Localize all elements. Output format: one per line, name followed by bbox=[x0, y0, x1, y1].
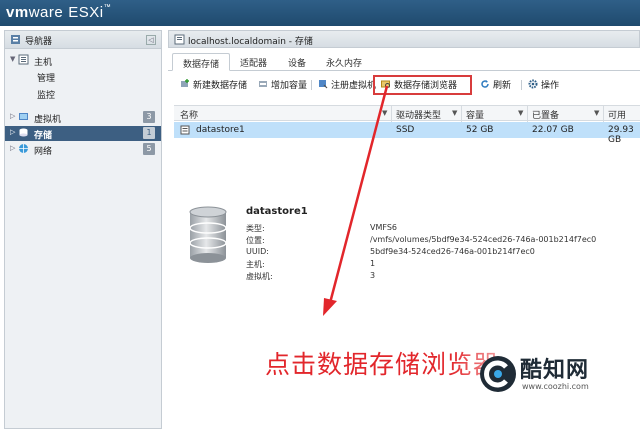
host-icon bbox=[18, 54, 29, 65]
host-icon bbox=[174, 34, 185, 45]
detail-value: VMFS6 bbox=[370, 223, 398, 232]
sidebar-item-label: 主机 bbox=[34, 58, 53, 68]
detail-label: 位置: bbox=[246, 236, 265, 245]
sidebar-item-host[interactable]: ▼ 主机 bbox=[5, 53, 161, 68]
cell-drive-type: SSD bbox=[396, 125, 415, 135]
datastore-disk-icon bbox=[189, 206, 227, 263]
detail-label: 类型: bbox=[246, 224, 265, 233]
navigator-sidebar: 导航器 ◁ ▼ 主机 管理 监控 ▷ 虚拟机 3 ▷ 存储 1 ▷ 网络 5 bbox=[4, 30, 162, 429]
detail-label: UUID: bbox=[246, 247, 269, 256]
panel-title: localhost.localdomain - 存储 bbox=[188, 37, 313, 47]
sidebar-item-storage[interactable]: ▷ 存储 1 bbox=[5, 126, 161, 141]
column-divider bbox=[527, 106, 528, 122]
brand-tm: ™ bbox=[103, 4, 112, 11]
column-header-provisioned[interactable]: 已置备 bbox=[532, 108, 559, 121]
register-vm-icon bbox=[319, 80, 328, 89]
column-divider bbox=[461, 106, 462, 122]
sort-arrow-icon[interactable]: ▼ bbox=[452, 109, 457, 117]
column-divider bbox=[391, 106, 392, 122]
count-badge: 5 bbox=[143, 143, 155, 155]
top-bar: vmware ESXi™ bbox=[0, 0, 640, 26]
coozhi-logo-icon bbox=[480, 356, 516, 392]
detail-value: /vmfs/volumes/5bdf9e34-524ced26-746a-001… bbox=[370, 235, 597, 244]
app-root: vmware ESXi™ 导航器 ◁ ▼ 主机 管理 监控 ▷ 虚拟机 3 ▷ 存… bbox=[0, 0, 640, 429]
count-badge: 1 bbox=[143, 127, 155, 139]
detail-value: 5bdf9e34-524ced26-746a-001b214f7ec0 bbox=[370, 247, 535, 256]
increase-capacity-button[interactable]: 增加容量 bbox=[258, 78, 307, 92]
column-divider bbox=[603, 106, 604, 122]
toolbar: 新建数据存储 增加容量 注册虚拟机 数据存储浏览器 刷新 操作 bbox=[168, 75, 640, 95]
detail-value: 1 bbox=[370, 259, 376, 268]
watermark: 酷知网 www.coozhi.com bbox=[478, 352, 628, 400]
sidebar-subitem-manage[interactable]: 管理 bbox=[37, 71, 55, 84]
sidebar-item-vms[interactable]: ▷ 虚拟机 3 bbox=[5, 110, 161, 125]
sort-arrow-icon[interactable]: ▼ bbox=[382, 109, 387, 117]
watermark-url: www.coozhi.com bbox=[522, 382, 589, 391]
tab-devices[interactable]: 设备 bbox=[278, 53, 316, 71]
tab-adapters[interactable]: 适配器 bbox=[230, 53, 277, 71]
sidebar-item-label: 网络 bbox=[34, 147, 53, 157]
sidebar-subitem-monitor[interactable]: 监控 bbox=[37, 88, 55, 101]
cell-provisioned: 22.07 GB bbox=[532, 125, 574, 135]
actions-label: 操作 bbox=[541, 81, 560, 91]
brand-product: ESXi bbox=[68, 4, 104, 21]
storage-icon bbox=[19, 128, 28, 137]
cell-free: 29.93 GB bbox=[608, 125, 634, 145]
register-vm-label: 注册虚拟机 bbox=[331, 81, 377, 91]
refresh-icon bbox=[481, 80, 489, 88]
table-row[interactable]: datastore1 SSD 52 GB 22.07 GB 29.93 GB bbox=[174, 122, 640, 145]
column-header-drive-type[interactable]: 驱动器类型 bbox=[396, 108, 441, 121]
new-datastore-icon bbox=[181, 79, 189, 87]
cell-name: datastore1 bbox=[196, 125, 245, 135]
navigator-title: 导航器 bbox=[25, 37, 53, 47]
brand-ware: ware bbox=[28, 4, 64, 21]
sort-arrow-icon[interactable]: ▼ bbox=[594, 109, 599, 117]
sidebar-item-label: 存储 bbox=[34, 131, 53, 141]
tab-persistent-memory[interactable]: 永久内存 bbox=[316, 53, 372, 71]
refresh-button[interactable]: 刷新 bbox=[480, 78, 511, 92]
detail-label: 虚拟机: bbox=[246, 272, 273, 281]
toolbar-divider bbox=[521, 80, 522, 90]
panel-header: localhost.localdomain - 存储 bbox=[168, 30, 640, 48]
network-icon bbox=[19, 144, 28, 153]
cell-capacity: 52 GB bbox=[466, 125, 494, 135]
navigator-icon bbox=[11, 35, 20, 44]
vmware-esxi-logo: vmware ESXi™ bbox=[6, 4, 111, 21]
register-vm-button[interactable]: 注册虚拟机 bbox=[318, 78, 376, 92]
actions-button[interactable]: 操作 bbox=[528, 78, 559, 92]
expand-arrow-icon[interactable]: ▷ bbox=[10, 144, 15, 152]
new-datastore-button[interactable]: 新建数据存储 bbox=[180, 78, 247, 92]
tab-datastores[interactable]: 数据存储 bbox=[172, 53, 231, 71]
navigator-header: 导航器 ◁ bbox=[5, 31, 161, 49]
column-header-capacity[interactable]: 容量 bbox=[466, 108, 484, 121]
collapse-icon[interactable]: ◁ bbox=[146, 35, 156, 45]
sidebar-item-network[interactable]: ▷ 网络 5 bbox=[5, 142, 161, 157]
gear-icon bbox=[528, 79, 538, 89]
column-header-free[interactable]: 可用 bbox=[608, 108, 626, 121]
new-datastore-label: 新建数据存储 bbox=[193, 81, 248, 91]
column-header-name[interactable]: 名称 bbox=[180, 108, 198, 121]
refresh-label: 刷新 bbox=[493, 81, 512, 91]
sidebar-item-label: 虚拟机 bbox=[34, 115, 62, 125]
toolbar-divider bbox=[311, 80, 312, 90]
expand-arrow-icon[interactable]: ▷ bbox=[10, 128, 15, 136]
vm-icon bbox=[19, 113, 28, 120]
datastore-icon bbox=[180, 125, 190, 135]
table-header: 名称 ▼ 驱动器类型 ▼ 容量 ▼ 已置备 ▼ 可用 bbox=[174, 105, 640, 122]
watermark-name: 酷知网 bbox=[520, 358, 590, 383]
expand-arrow-icon[interactable]: ▷ bbox=[10, 112, 15, 120]
sort-arrow-icon[interactable]: ▼ bbox=[518, 109, 523, 117]
datastore-title: datastore1 bbox=[246, 206, 308, 217]
increase-capacity-icon bbox=[259, 81, 267, 87]
highlight-box bbox=[373, 75, 472, 95]
brand-vm: vm bbox=[6, 4, 29, 21]
increase-capacity-label: 增加容量 bbox=[271, 81, 308, 91]
detail-value: 3 bbox=[370, 271, 376, 280]
tab-bar: 数据存储 适配器 设备 永久内存 bbox=[168, 49, 640, 71]
count-badge: 3 bbox=[143, 111, 155, 123]
detail-label: 主机: bbox=[246, 260, 265, 269]
expand-arrow-icon[interactable]: ▼ bbox=[10, 55, 15, 63]
